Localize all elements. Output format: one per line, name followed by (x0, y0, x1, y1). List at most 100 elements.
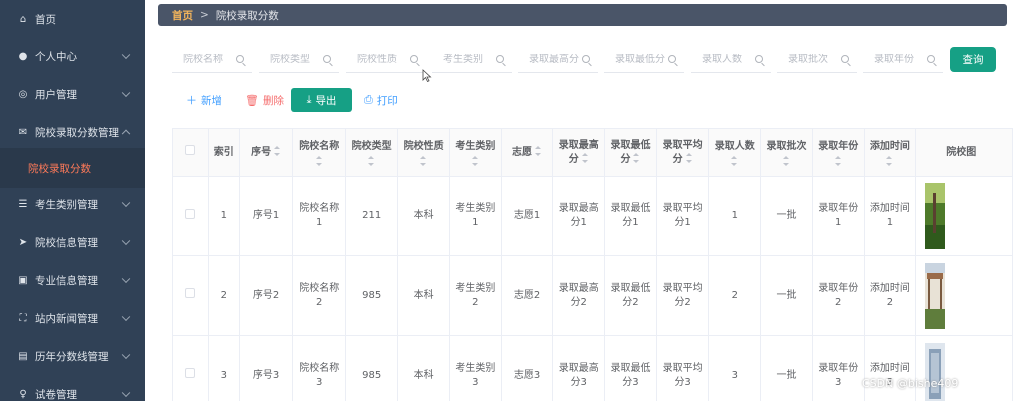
sidebar-item-site-news[interactable]: ⛶ 站内新闻管理 (0, 299, 145, 337)
sort-icon[interactable] (471, 155, 479, 166)
chevron-down-icon (121, 88, 131, 98)
sidebar: ⌂ 首页 ● 个人中心 ◎ 用户管理 ✉ 院校录取分数管理 院校录取分数 ☰ 考… (0, 0, 145, 401)
sort-icon[interactable] (315, 155, 323, 166)
header-min-score[interactable]: 录取最低分 (604, 128, 657, 177)
sidebar-item-candidate-category[interactable]: ☰ 考生类别管理 (0, 185, 145, 223)
header-avg-score[interactable]: 录取平均分 (655, 128, 710, 177)
cell-school-nature: 本科 (397, 255, 450, 336)
search-field-school-type (259, 47, 339, 73)
cell-batch: 一批 (760, 176, 813, 256)
row-checkbox[interactable] (185, 368, 196, 378)
search-icon (841, 55, 849, 63)
add-button[interactable]: ＋ 新增 (186, 88, 222, 112)
sliders-icon: ☰ (18, 198, 28, 210)
search-icon (236, 55, 244, 63)
sort-icon[interactable] (783, 155, 790, 166)
query-button[interactable]: 查询 (950, 47, 996, 72)
sort-icon[interactable] (368, 155, 375, 166)
plus-icon: ＋ (186, 94, 197, 107)
sidebar-item-school-info[interactable]: ➤ 院校信息管理 (0, 223, 145, 261)
search-icon (496, 55, 504, 63)
sidebar-item-exam-papers[interactable]: ♀ 试卷管理 (0, 375, 145, 401)
sidebar-item-major-info[interactable]: ▣ 专业信息管理 (0, 261, 145, 299)
search-icon (582, 55, 590, 63)
select-all-cell[interactable] (172, 128, 209, 177)
sort-icon[interactable] (581, 152, 589, 163)
sidebar-item-label: 站内新闻管理 (35, 312, 98, 325)
cell-wish: 志愿3 (500, 335, 554, 401)
admission-scores-table: 索引 序号 院校名称 院校类型 院校性质 考生类别 志愿 录取最高分 录取最低分… (172, 128, 1013, 401)
sidebar-item-label: 考生类别管理 (35, 198, 98, 211)
header-candidate-category[interactable]: 考生类别 (449, 128, 502, 177)
search-icon (410, 55, 418, 63)
sort-icon[interactable] (886, 155, 893, 166)
sort-icon[interactable] (731, 155, 738, 166)
cell-category: 考生类别2 (449, 255, 502, 336)
sidebar-item-personal-center[interactable]: ● 个人中心 (0, 37, 145, 75)
frame-icon: ⛶ (19, 312, 27, 324)
cell-max-score: 录取最高分1 (552, 176, 606, 256)
select-all-checkbox[interactable] (185, 145, 196, 155)
table-row: 1 序号1 院校名称1 211 本科 考生类别1 志愿1 录取最高分1 录取最低… (172, 176, 1013, 256)
header-admit-year[interactable]: 录取年份 (811, 128, 865, 177)
sort-icon[interactable] (535, 145, 542, 156)
cell-count: 3 (708, 335, 762, 401)
cell-school-type: 985 (345, 255, 399, 336)
row-select-cell[interactable] (172, 335, 209, 401)
search-field-max-score (518, 47, 598, 73)
table-row: 3 序号3 院校名称3 985 本科 考生类别3 志愿3 录取最高分3 录取最低… (172, 335, 1013, 401)
download-icon: ⤓ (306, 93, 312, 106)
search-field-admit-batch (777, 47, 857, 73)
row-select-cell[interactable] (172, 176, 209, 256)
sort-icon[interactable] (633, 152, 640, 163)
cell-added-time: 添加时间1 (863, 176, 917, 256)
cell-category: 考生类别3 (449, 335, 502, 401)
chevron-down-icon (121, 350, 131, 360)
sidebar-item-home[interactable]: ⌂ 首页 (0, 0, 145, 38)
chevron-up-icon (121, 129, 131, 139)
sidebar-subitem-admission-scores[interactable]: 院校录取分数 (0, 148, 145, 188)
row-checkbox[interactable] (185, 288, 196, 298)
sort-icon[interactable] (685, 152, 693, 163)
cell-wish: 志愿2 (500, 255, 554, 336)
header-school-type[interactable]: 院校类型 (345, 128, 399, 177)
header-admit-batch[interactable]: 录取批次 (760, 128, 813, 177)
breadcrumb-home-link[interactable]: 首页 (172, 8, 193, 23)
cell-seq: 序号1 (238, 176, 294, 256)
sidebar-item-label: 首页 (35, 13, 56, 26)
header-school-name[interactable]: 院校名称 (292, 128, 347, 177)
cell-category: 考生类别1 (449, 176, 502, 256)
row-select-cell[interactable] (172, 255, 209, 336)
sidebar-item-user-management[interactable]: ◎ 用户管理 (0, 75, 145, 113)
school-photo-thumbnail (925, 262, 946, 329)
header-school-image: 院校图 (915, 128, 1013, 177)
header-added-time[interactable]: 添加时间 (863, 128, 917, 177)
chevron-down-icon (121, 50, 131, 60)
cell-index: 3 (207, 335, 240, 401)
sort-icon[interactable] (834, 155, 842, 166)
sort-icon[interactable] (274, 145, 281, 156)
header-school-nature[interactable]: 院校性质 (397, 128, 450, 177)
header-max-score[interactable]: 录取最高分 (552, 128, 606, 177)
print-button[interactable]: ⎙ 打印 (364, 88, 398, 112)
cell-school-name: 院校名称2 (292, 255, 347, 336)
row-checkbox[interactable] (185, 208, 196, 219)
cell-index: 2 (207, 255, 240, 336)
header-admit-count[interactable]: 录取人数 (708, 128, 762, 177)
table-header-row: 索引 序号 院校名称 院校类型 院校性质 考生类别 志愿 录取最高分 录取最低分… (172, 128, 1013, 177)
delete-button[interactable]: 🗑 删除 (245, 88, 284, 112)
header-seq[interactable]: 序号 (238, 128, 294, 177)
cell-max-score: 录取最高分3 (552, 335, 606, 401)
export-button[interactable]: ⤓ 导出 (291, 88, 352, 112)
cell-count: 2 (708, 255, 762, 336)
sidebar-item-admission-scores[interactable]: ✉ 院校录取分数管理 (0, 113, 145, 151)
sidebar-item-label: 个人中心 (35, 50, 77, 63)
header-wish[interactable]: 志愿 (500, 128, 554, 177)
school-photo-thumbnail (925, 183, 946, 249)
sidebar-item-historical-scores[interactable]: ▤ 历年分数线管理 (0, 337, 145, 375)
cell-school-type: 985 (345, 335, 399, 401)
cell-min-score: 录取最低分1 (604, 176, 657, 256)
sort-icon[interactable] (420, 155, 427, 166)
cell-school-name: 院校名称1 (292, 176, 347, 256)
cell-count: 1 (708, 176, 762, 256)
